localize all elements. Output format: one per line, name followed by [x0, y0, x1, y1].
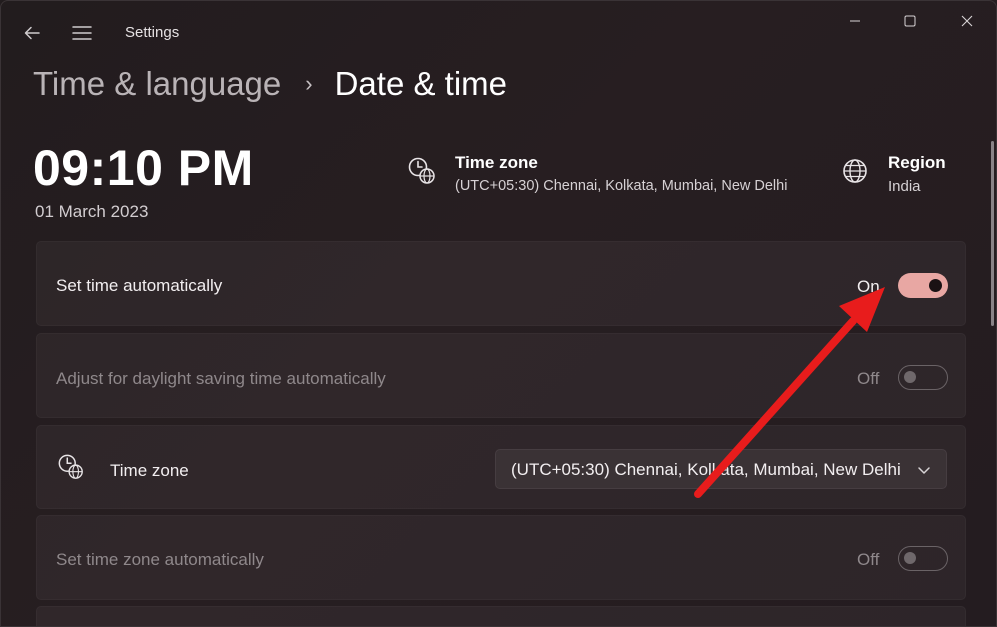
scrollbar-thumb[interactable]	[991, 141, 994, 326]
region-summary-value: India	[888, 178, 921, 195]
close-icon	[961, 15, 973, 27]
toggle-knob	[929, 279, 942, 292]
app-title: Settings	[125, 24, 180, 41]
timezone-summary-value: (UTC+05:30) Chennai, Kolkata, Mumbai, Ne…	[455, 178, 788, 194]
set-time-automatically-toggle[interactable]	[898, 273, 948, 298]
back-arrow-icon[interactable]	[18, 19, 46, 47]
close-button[interactable]	[947, 5, 987, 37]
set-time-zone-automatically-state: Off	[857, 550, 880, 569]
page-title: Date & time	[334, 65, 507, 102]
minimize-icon	[850, 20, 860, 22]
chevron-down-icon	[918, 467, 930, 474]
minimize-button[interactable]	[835, 5, 875, 37]
breadcrumb-chevron-icon: ›	[305, 71, 313, 96]
set-time-automatically-state: On	[857, 277, 880, 296]
toggle-knob	[904, 552, 916, 564]
set-time-zone-automatically-card: Set time zone automatically Off	[36, 515, 966, 600]
daylight-saving-label: Adjust for daylight saving time automati…	[56, 369, 386, 388]
timezone-summary-title: Time zone	[455, 153, 538, 172]
set-time-zone-automatically-toggle[interactable]	[898, 546, 948, 571]
time-zone-dropdown-value: (UTC+05:30) Chennai, Kolkata, Mumbai, Ne…	[511, 460, 901, 479]
globe-icon	[843, 159, 867, 183]
hamburger-menu-icon[interactable]	[68, 19, 96, 47]
clock-globe-icon	[408, 157, 435, 184]
settings-window: Settings Time & language › Date & time 0…	[0, 0, 997, 627]
breadcrumb: Time & language › Date & time	[33, 61, 507, 107]
time-zone-label: Time zone	[110, 461, 189, 480]
current-time: 09:10 PM	[33, 140, 254, 196]
region-summary-title: Region	[888, 153, 946, 172]
set-time-zone-automatically-label: Set time zone automatically	[56, 550, 264, 569]
daylight-saving-toggle[interactable]	[898, 365, 948, 390]
current-date: 01 March 2023	[35, 202, 149, 221]
set-time-automatically-card: Set time automatically On	[36, 241, 966, 326]
maximize-icon	[904, 15, 916, 27]
next-setting-card	[36, 606, 966, 626]
daylight-saving-state: Off	[857, 369, 880, 388]
daylight-saving-card: Adjust for daylight saving time automati…	[36, 333, 966, 418]
maximize-button[interactable]	[890, 5, 930, 37]
clock-globe-icon	[58, 454, 83, 479]
toggle-knob	[904, 371, 916, 383]
breadcrumb-parent-link[interactable]: Time & language	[33, 65, 281, 103]
title-bar: Settings	[1, 1, 996, 63]
time-zone-dropdown[interactable]: (UTC+05:30) Chennai, Kolkata, Mumbai, Ne…	[495, 449, 947, 489]
set-time-automatically-label: Set time automatically	[56, 276, 223, 295]
time-zone-card: Time zone (UTC+05:30) Chennai, Kolkata, …	[36, 425, 966, 509]
